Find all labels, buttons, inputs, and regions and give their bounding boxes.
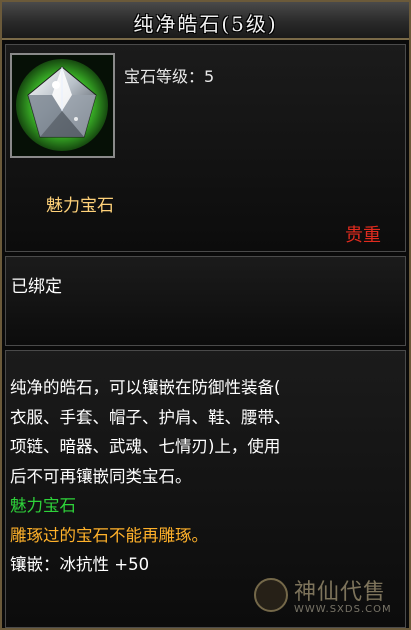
- description-text: 纯净的皓石，可以镶嵌在防御性装备( 衣服、手套、帽子、护肩、鞋、腰带、 项链、暗…: [10, 373, 402, 580]
- description-line: 项链、暗器、武魂、七情刃)上，使用: [10, 437, 281, 456]
- watermark-url: WWW.SXDS.COM: [294, 604, 392, 615]
- watermark-text: 神仙代售: [294, 580, 387, 605]
- bind-panel: 已绑定: [5, 256, 406, 346]
- gem-level: 宝石等级：5: [124, 67, 215, 86]
- description-line: 衣服、手套、帽子、护肩、鞋、腰带、: [10, 407, 291, 427]
- rarity-label: 贵重: [345, 225, 381, 246]
- white-gem-icon: [12, 55, 113, 156]
- bind-status: 已绑定: [11, 277, 62, 297]
- mascot-logo-icon: [254, 578, 288, 612]
- gem-category-line: 魅力宝石: [10, 496, 76, 515]
- item-icon-slot[interactable]: [10, 53, 115, 158]
- item-title: 纯净皓石(5级): [133, 12, 278, 36]
- tooltip-header: 纯净皓石(5级): [2, 2, 409, 40]
- item-tooltip: 纯净皓石(5级) 宝石等级：5 魅力宝石 贵重 已绑定 纯净的皓石，可以镶嵌在防…: [0, 0, 411, 630]
- item-info-panel: 宝石等级：5 魅力宝石 贵重: [5, 44, 406, 252]
- description-line: 后不可再镶嵌同类宝石。: [10, 466, 192, 486]
- description-line: 纯净的皓石，可以镶嵌在防御性装备(: [10, 378, 281, 397]
- site-watermark: 神仙代售 WWW.SXDS.COM: [250, 574, 410, 624]
- gem-category-name: 魅力宝石: [46, 196, 114, 216]
- carving-note: 雕琢过的宝石不能再雕琢。: [10, 525, 208, 545]
